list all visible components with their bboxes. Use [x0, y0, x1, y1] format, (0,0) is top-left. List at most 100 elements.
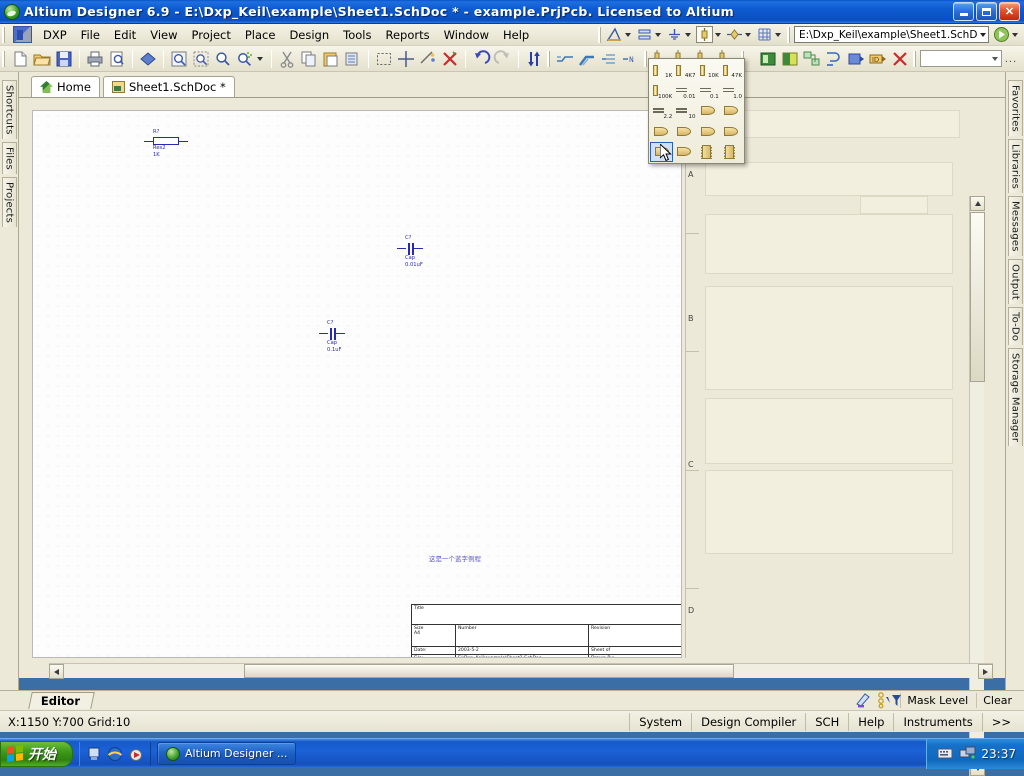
- paste-array-icon[interactable]: [343, 49, 363, 69]
- schematic-note-text[interactable]: 这是一个蓝字例程: [429, 553, 481, 563]
- sort-icon[interactable]: [524, 49, 544, 69]
- wire-icon[interactable]: [555, 49, 575, 69]
- menu-item-place[interactable]: Place: [238, 25, 283, 45]
- vertical-scrollbar[interactable]: [969, 196, 985, 776]
- toolbar-overflow-button[interactable]: ...: [1002, 53, 1020, 65]
- save-icon[interactable]: [54, 49, 74, 69]
- hierarchy-icon[interactable]: [802, 49, 822, 69]
- sidebar-item-messages[interactable]: Messages: [1007, 195, 1023, 256]
- vertical-scroll-thumb[interactable]: [970, 212, 985, 382]
- paste-icon[interactable]: [321, 49, 341, 69]
- redo-icon[interactable]: [493, 49, 513, 69]
- palette-item-cap-100[interactable]: 10: [673, 101, 696, 121]
- tab-home[interactable]: Home: [31, 76, 100, 97]
- toolbar-grip-5[interactable]: [912, 50, 917, 67]
- palette-item-cap-01[interactable]: 0.1: [697, 80, 720, 100]
- menu-tools-grip[interactable]: [598, 26, 602, 43]
- horizontal-scroll-thumb[interactable]: [244, 664, 734, 678]
- chevron-down-icon-3[interactable]: [685, 32, 691, 37]
- wiring-tool-icon[interactable]: [636, 26, 653, 43]
- net-label-icon[interactable]: N: [621, 49, 641, 69]
- schematic-component-capacitor-2[interactable]: C? Cap 0.1uF: [319, 320, 345, 355]
- toolbar-combobox[interactable]: [919, 50, 1002, 67]
- minimize-button[interactable]: [953, 2, 974, 21]
- keyboard-layout-icon[interactable]: [937, 746, 953, 761]
- status-button-help[interactable]: Help: [848, 712, 893, 731]
- palette-item-gate-4[interactable]: [673, 121, 696, 141]
- zoom-area-icon[interactable]: [191, 49, 211, 69]
- zoom-filter-icon[interactable]: [235, 49, 255, 69]
- bus-icon[interactable]: [577, 49, 597, 69]
- internet-explorer-icon[interactable]: [107, 746, 123, 762]
- highlight-pen-icon[interactable]: [853, 691, 873, 711]
- sidebar-item-output[interactable]: Output: [1007, 258, 1023, 304]
- browse-icon[interactable]: [824, 49, 844, 69]
- menu-item-help[interactable]: Help: [496, 25, 536, 45]
- network-icon[interactable]: [959, 746, 976, 761]
- schematic-tool-icon[interactable]: [606, 26, 623, 43]
- document-path-combobox[interactable]: E:\Dxp_Keil\example\Sheet1.SchD: [794, 26, 989, 43]
- chevron-down-icon-1[interactable]: [625, 32, 631, 37]
- print-icon[interactable]: [85, 49, 105, 69]
- chevron-down-icon-5[interactable]: [745, 32, 751, 37]
- cut-icon[interactable]: [277, 49, 297, 69]
- power-tool-icon[interactable]: [666, 26, 683, 43]
- open-device-icon[interactable]: [138, 49, 158, 69]
- maximize-button[interactable]: [976, 2, 997, 21]
- start-button[interactable]: 开始: [0, 740, 73, 767]
- palette-item-gate-1[interactable]: [697, 101, 720, 121]
- sidebar-item-favorites[interactable]: Favorites: [1007, 80, 1023, 136]
- schematic-component-resistor[interactable]: R? Res2 1K: [144, 129, 188, 160]
- menu-item-tools[interactable]: Tools: [336, 25, 378, 45]
- menu-grip[interactable]: [2, 26, 6, 43]
- clear-button[interactable]: Clear: [976, 693, 1018, 708]
- mask-level-button[interactable]: Mask Level: [900, 693, 974, 708]
- scroll-up-button[interactable]: [970, 196, 985, 211]
- sidebar-item-shortcuts[interactable]: Shortcuts: [1, 80, 17, 139]
- schematic-component-capacitor-1[interactable]: C? Cap 0.01uF: [397, 235, 423, 270]
- chevron-down-icon-6[interactable]: [775, 32, 781, 37]
- palette-item-gate-6[interactable]: [720, 121, 743, 141]
- delete-icon[interactable]: [890, 49, 910, 69]
- net-tool-icon[interactable]: [726, 26, 743, 43]
- sidebar-item-todo[interactable]: To-Do: [1007, 306, 1023, 345]
- close-button[interactable]: ✕: [999, 2, 1020, 21]
- palette-item-gate-8[interactable]: [673, 142, 696, 162]
- signal-harness-icon[interactable]: [599, 49, 619, 69]
- passive-tool-icon[interactable]: [696, 26, 713, 43]
- zoom-out-icon[interactable]: [213, 49, 233, 69]
- annotate-icon[interactable]: ID: [868, 49, 888, 69]
- move-icon[interactable]: [396, 49, 416, 69]
- palette-item-dip-1[interactable]: [697, 142, 720, 162]
- palette-item-cap-001[interactable]: 0.01: [673, 80, 696, 100]
- chevron-down-icon-2[interactable]: [655, 32, 661, 37]
- status-button-more[interactable]: >>: [981, 712, 1020, 731]
- print-preview-icon[interactable]: [107, 49, 127, 69]
- sidebar-item-storage-manager[interactable]: Storage Manager: [1007, 347, 1023, 446]
- deselect-icon[interactable]: [418, 49, 438, 69]
- menu-item-file[interactable]: File: [74, 25, 107, 45]
- menu-item-design[interactable]: Design: [282, 25, 336, 45]
- new-document-icon[interactable]: [10, 49, 30, 69]
- path-grip[interactable]: [787, 26, 791, 43]
- scroll-left-button[interactable]: [49, 664, 64, 679]
- media-player-icon[interactable]: [128, 746, 144, 762]
- palette-item-gate-2[interactable]: [720, 101, 743, 121]
- place-sheet-symbol-icon[interactable]: [780, 49, 800, 69]
- status-button-sch[interactable]: SCH: [805, 712, 848, 731]
- menu-item-dxp[interactable]: DXP: [36, 25, 74, 45]
- status-button-system[interactable]: System: [629, 712, 691, 731]
- palette-item-cap-10[interactable]: 1.0: [720, 80, 743, 100]
- sidebar-item-libraries[interactable]: Libraries: [1007, 138, 1023, 193]
- chevron-down-icon-zoom[interactable]: [257, 56, 263, 61]
- status-button-design-compiler[interactable]: Design Compiler: [691, 712, 805, 731]
- menu-item-reports[interactable]: Reports: [379, 25, 437, 45]
- menu-item-window[interactable]: Window: [437, 25, 496, 45]
- palette-item-res-10k[interactable]: 10K: [697, 60, 720, 80]
- sidebar-item-projects[interactable]: Projects: [1, 176, 17, 227]
- chevron-down-icon-7[interactable]: [1012, 32, 1018, 37]
- tab-editor[interactable]: Editor: [28, 692, 95, 709]
- palette-item-res-100k[interactable]: 100K: [650, 80, 673, 100]
- select-area-icon[interactable]: [374, 49, 394, 69]
- tab-sheet1-schdoc[interactable]: Sheet1.SchDoc *: [102, 76, 235, 97]
